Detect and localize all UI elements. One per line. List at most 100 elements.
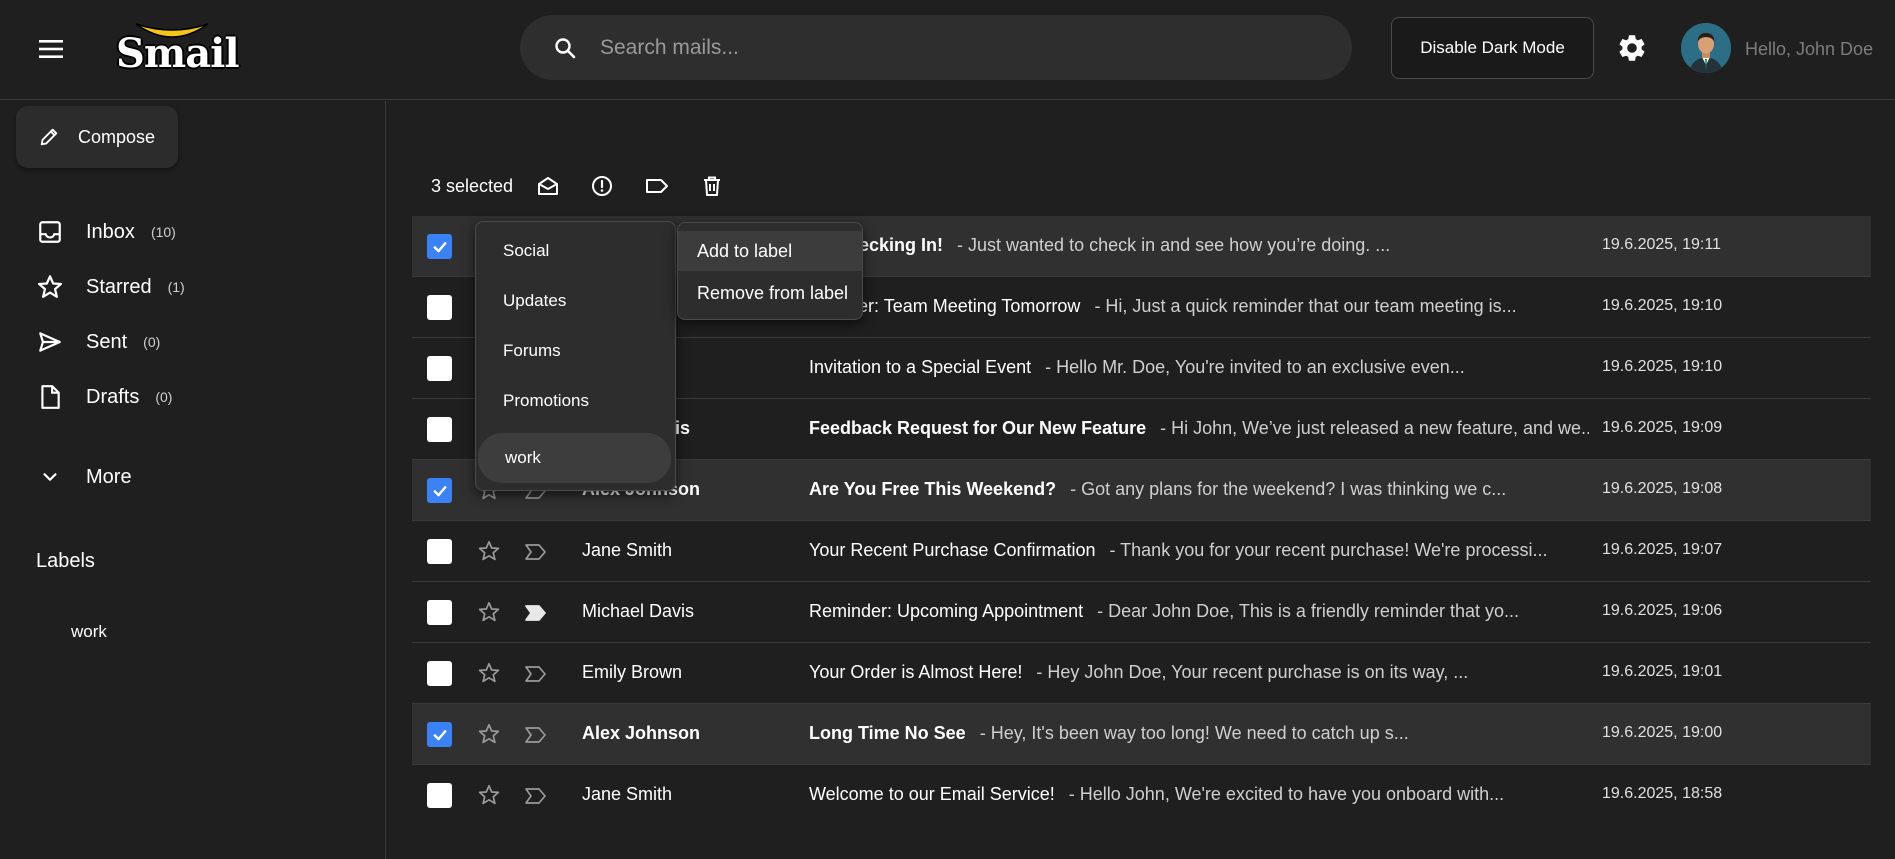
- mail-row[interactable]: Jane Smith Welcome to our Email Service! -…: [412, 765, 1871, 826]
- label-marker-icon[interactable]: [524, 784, 548, 808]
- search-icon[interactable]: [552, 35, 578, 61]
- user-greeting: Hello, John Doe: [1745, 39, 1874, 59]
- mail-subject: Welcome to our Email Service!: [809, 784, 1055, 804]
- mail-summary: der: Team Meeting Tomorrow - Hi, Just a q…: [848, 296, 1628, 317]
- label-marker-icon[interactable]: [524, 723, 548, 747]
- mail-subject: Are You Free This Weekend?: [809, 479, 1057, 499]
- labels-heading: Labels: [36, 550, 95, 572]
- mail-preview: - Hey John Doe, Your recent purchase is …: [1036, 662, 1469, 682]
- label-action-menu: Add to label Remove from label: [677, 222, 863, 320]
- mail-date: 19.6.2025, 19:10: [1602, 297, 1723, 314]
- label-marker-icon[interactable]: [524, 540, 548, 564]
- mail-subject: Your Recent Purchase Confirmation: [809, 540, 1096, 560]
- mail-subject: Reminder: Upcoming Appointment: [809, 601, 1084, 621]
- sidebar-more-toggle[interactable]: More: [36, 457, 132, 497]
- sidebar-item-inbox[interactable]: Inbox (10): [36, 212, 176, 252]
- mail-subject: Your Order is Almost Here!: [809, 662, 1023, 682]
- mail-summary: Long Time No See - Hey, It's been way too…: [809, 723, 1589, 744]
- mail-checkbox[interactable]: [427, 234, 452, 259]
- mail-preview: - Hello Mr. Doe, You're invited to an ex…: [1045, 357, 1465, 377]
- label-button[interactable]: [642, 171, 672, 201]
- mail-preview: - Got any plans for the weekend? I was t…: [1070, 479, 1507, 499]
- mail-date: 19.6.2025, 19:06: [1602, 602, 1723, 619]
- inbox-icon: [36, 218, 64, 246]
- mail-row[interactable]: Michael Davis Reminder: Upcoming Appointm…: [412, 582, 1871, 643]
- send-icon: [36, 328, 64, 356]
- mail-summary: Reminder: Upcoming Appointment - Dear Joh…: [809, 601, 1589, 622]
- mail-checkbox[interactable]: [427, 783, 452, 808]
- star-toggle-icon[interactable]: [476, 599, 502, 625]
- mail-date: 19.6.2025, 19:00: [1602, 724, 1723, 741]
- star-toggle-icon[interactable]: [476, 660, 502, 686]
- mail-date: 19.6.2025, 19:11: [1602, 236, 1721, 253]
- search-input[interactable]: [600, 35, 1300, 60]
- mail-checkbox[interactable]: [427, 722, 452, 747]
- label-option-promotions[interactable]: Promotions: [476, 376, 675, 426]
- search-bar[interactable]: [520, 15, 1352, 80]
- label-selection-menu: Social Updates Forums Promotions work: [475, 221, 676, 491]
- label-option-forums[interactable]: Forums: [476, 326, 675, 376]
- mail-date: 19.6.2025, 19:10: [1602, 358, 1723, 375]
- app-logo[interactable]: Smail: [114, 18, 240, 77]
- compose-button[interactable]: Compose: [16, 106, 178, 168]
- mail-summary: Invitation to a Special Event - Hello Mr.…: [809, 357, 1589, 378]
- delete-button[interactable]: [697, 171, 727, 201]
- mail-checkbox[interactable]: [427, 356, 452, 381]
- sidebar-item-drafts[interactable]: Drafts (0): [36, 377, 172, 417]
- chevron-down-icon: [36, 463, 64, 491]
- label-option-updates[interactable]: Updates: [476, 276, 675, 326]
- mail-checkbox[interactable]: [427, 539, 452, 564]
- selected-count: 3 selected: [431, 176, 514, 196]
- sidebar-item-label: Inbox: [86, 220, 135, 243]
- sidebar-item-count: (0): [143, 334, 161, 350]
- hamburger-menu-button[interactable]: [34, 32, 68, 66]
- mail-preview: - Dear John Doe, This is a friendly remi…: [1097, 601, 1519, 621]
- sidebar-item-sent[interactable]: Sent (0): [36, 322, 160, 362]
- envelope-open-icon: [538, 177, 558, 195]
- settings-gear-button[interactable]: [1616, 32, 1648, 64]
- sidebar-item-label: Drafts: [86, 385, 140, 408]
- sidebar-item-count: (10): [150, 224, 176, 240]
- mail-row[interactable]: Jane Smith Your Recent Purchase Confirmat…: [412, 521, 1871, 582]
- user-avatar[interactable]: [1681, 23, 1731, 73]
- remove-from-label-option[interactable]: Remove from label: [678, 273, 862, 313]
- star-toggle-icon[interactable]: [476, 538, 502, 564]
- disable-dark-mode-button[interactable]: Disable Dark Mode: [1391, 17, 1594, 79]
- mark-as-read-button[interactable]: [533, 171, 563, 201]
- label-marker-icon[interactable]: [524, 601, 548, 625]
- mail-date: 19.6.2025, 19:07: [1602, 541, 1723, 558]
- mail-checkbox[interactable]: [427, 295, 452, 320]
- sidebar-item-starred[interactable]: Starred (1): [36, 267, 185, 307]
- label-option-work[interactable]: work: [478, 433, 671, 483]
- mail-preview: - Hi, Just a quick reminder that our tea…: [1094, 296, 1517, 316]
- mail-checkbox[interactable]: [427, 661, 452, 686]
- mail-checkbox[interactable]: [427, 600, 452, 625]
- mail-summary: Are You Free This Weekend? - Got any plan…: [809, 479, 1589, 500]
- mail-row[interactable]: Emily Brown Your Order is Almost Here! - H…: [412, 643, 1871, 704]
- star-toggle-icon[interactable]: [476, 721, 502, 747]
- star-toggle-icon[interactable]: [476, 782, 502, 808]
- mail-checkbox[interactable]: [427, 417, 452, 442]
- alert-circle-icon: [592, 176, 612, 196]
- gear-icon: [1619, 35, 1645, 61]
- sidebar-item-count: (1): [167, 279, 185, 295]
- mail-date: 19.6.2025, 18:58: [1602, 785, 1723, 802]
- mail-preview: - Thank you for your recent purchase! We…: [1109, 540, 1548, 560]
- mail-summary: Welcome to our Email Service! - Hello Joh…: [809, 784, 1589, 805]
- label-tag-icon: [646, 179, 668, 193]
- report-spam-button[interactable]: [587, 171, 617, 201]
- mail-subject: der: Team Meeting Tomorrow: [848, 296, 1081, 316]
- mail-sender: Jane Smith: [582, 784, 673, 804]
- mail-row[interactable]: Alex Johnson Long Time No See - Hey, It's …: [412, 704, 1871, 765]
- label-marker-icon[interactable]: [524, 662, 548, 686]
- mail-preview: - Hi John, We’ve just released a new fea…: [1160, 418, 1589, 438]
- add-to-label-option[interactable]: Add to label: [678, 231, 862, 271]
- label-option-social[interactable]: Social: [476, 226, 675, 276]
- mail-subject: Feedback Request for Our New Feature: [809, 418, 1147, 438]
- mail-sender: Jane Smith: [582, 540, 673, 560]
- mail-preview: - Just wanted to check in and see how yo…: [957, 235, 1391, 255]
- star-icon: [36, 273, 64, 301]
- sidebar-label-work[interactable]: work: [71, 622, 107, 642]
- mail-summary: Feedback Request for Our New Feature - Hi…: [809, 418, 1589, 439]
- mail-checkbox[interactable]: [427, 478, 452, 503]
